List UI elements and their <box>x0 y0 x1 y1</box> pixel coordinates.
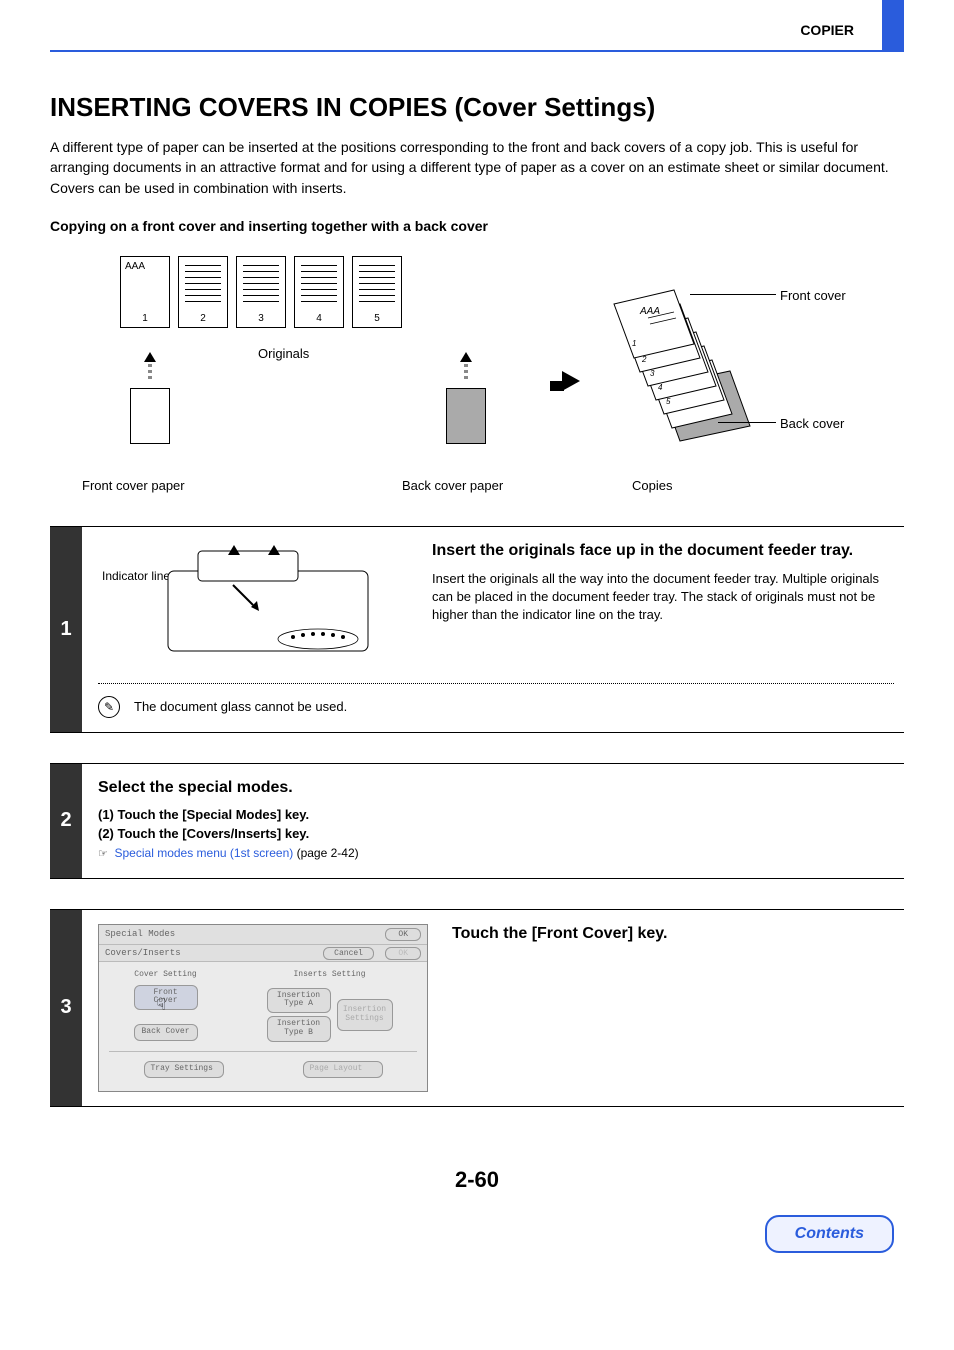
link-page-ref: (page 2-42) <box>293 846 358 860</box>
insertion-settings-button[interactable]: Insertion Settings <box>337 999 393 1031</box>
pointer-icon: ☞ <box>98 847 108 860</box>
section-header: COPIER <box>800 22 854 38</box>
copies-label: Copies <box>632 478 672 493</box>
touch-panel-mock: Special Modes OK Covers/Inserts Cancel O… <box>98 924 428 1092</box>
page-title: INSERTING COVERS IN COPIES (Cover Settin… <box>50 92 904 123</box>
back-cover-paper <box>446 352 486 444</box>
inserts-setting-label: Inserts Setting <box>267 970 393 979</box>
pencil-note-icon: ✎ <box>98 696 120 718</box>
step-3-number: 3 <box>50 910 82 1106</box>
svg-text:2: 2 <box>641 355 647 364</box>
step-1-title: Insert the originals face up in the docu… <box>432 541 894 562</box>
front-cover-paper <box>130 352 170 444</box>
original-page-2: 2 <box>178 256 228 328</box>
insertion-type-a-button[interactable]: Insertion Type A <box>267 988 331 1014</box>
step-2-number: 2 <box>50 764 82 878</box>
front-paper-label: Front cover paper <box>82 478 185 493</box>
step-2: 2 Select the special modes. (1) Touch th… <box>50 764 904 879</box>
back-paper-label: Back cover paper <box>402 478 503 493</box>
connector-line <box>718 422 776 423</box>
step-2-title: Select the special modes. <box>98 778 894 799</box>
step-1: 1 Indicator line <box>50 527 904 733</box>
front-cover-label: Front cover <box>780 288 846 303</box>
back-cover-button[interactable]: Back Cover <box>134 1024 198 1041</box>
step-2-sub2: (2) Touch the [Covers/Inserts] key. <box>98 826 894 841</box>
svg-text:AAA: AAA <box>639 306 660 317</box>
copies-stack-illustration: AAA 1 2 3 4 5 <box>610 266 770 466</box>
step-1-desc: Insert the originals all the way into th… <box>432 570 894 625</box>
connector-line <box>690 294 776 295</box>
original-page-4: 4 <box>294 256 344 328</box>
special-modes-link[interactable]: Special modes menu (1st screen) <box>115 846 294 860</box>
page-layout-button[interactable]: Page Layout <box>303 1061 383 1078</box>
original-page-5: 5 <box>352 256 402 328</box>
step-1-number: 1 <box>50 527 82 732</box>
front-cover-button[interactable]: Front Cover ☟ <box>134 985 198 1011</box>
panel-ok-button[interactable]: OK <box>385 928 421 941</box>
original-page-3: 3 <box>236 256 286 328</box>
cover-diagram: AAA 1 2 3 4 5 Originals Front cover pape… <box>50 246 904 506</box>
feeder-illustration <box>158 541 408 671</box>
intro-text: A different type of paper can be inserte… <box>50 137 904 198</box>
insertion-type-b-button[interactable]: Insertion Type B <box>267 1016 331 1042</box>
cover-setting-label: Cover Setting <box>134 970 198 979</box>
arrow-right-icon <box>550 371 580 396</box>
pointing-hand-icon: ☟ <box>157 998 167 1016</box>
tray-settings-button[interactable]: Tray Settings <box>144 1061 224 1078</box>
header-tab <box>882 0 904 50</box>
panel-title-covers-inserts: Covers/Inserts <box>105 948 181 958</box>
page-number: 2-60 <box>50 1167 904 1193</box>
svg-text:5: 5 <box>666 397 671 406</box>
originals-label: Originals <box>258 346 309 361</box>
diagram-subhead: Copying on a front cover and inserting t… <box>50 218 904 234</box>
original-page-1: AAA 1 <box>120 256 170 328</box>
step-1-note: The document glass cannot be used. <box>134 699 347 714</box>
svg-text:1: 1 <box>632 339 636 348</box>
svg-text:4: 4 <box>658 383 663 392</box>
panel-ok-button-dim[interactable]: OK <box>385 947 421 960</box>
step-2-sub1: (1) Touch the [Special Modes] key. <box>98 807 894 822</box>
panel-cancel-button[interactable]: Cancel <box>323 947 374 960</box>
contents-button[interactable]: Contents <box>765 1215 894 1253</box>
panel-title-special-modes: Special Modes <box>105 929 175 939</box>
svg-text:3: 3 <box>650 369 655 378</box>
step-3: 3 Special Modes OK Covers/Inserts Cancel… <box>50 910 904 1107</box>
step-3-title: Touch the [Front Cover] key. <box>452 924 894 945</box>
back-cover-label: Back cover <box>780 416 844 431</box>
